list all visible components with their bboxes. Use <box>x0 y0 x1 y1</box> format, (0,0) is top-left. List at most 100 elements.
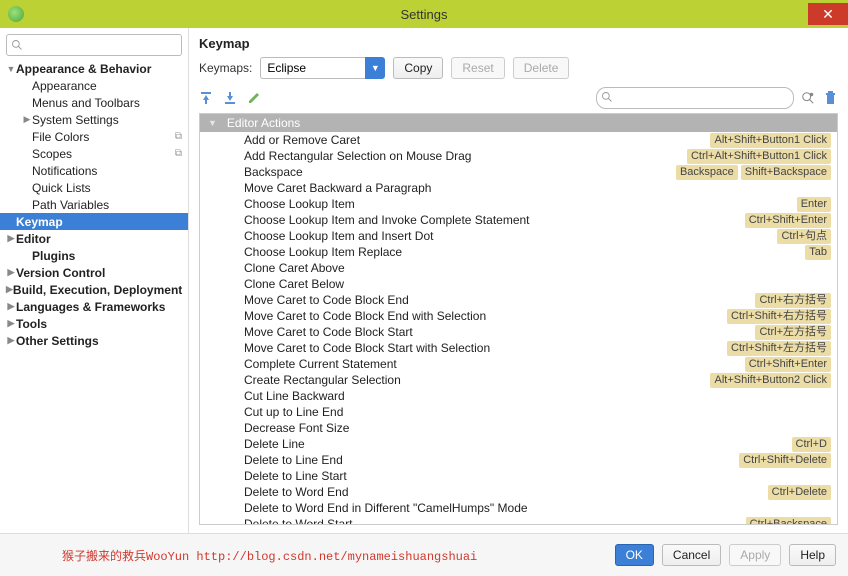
action-row[interactable]: Choose Lookup Item ReplaceTab <box>200 244 837 260</box>
action-row[interactable]: Delete to Line Start <box>200 468 837 484</box>
action-row[interactable]: Cut up to Line End <box>200 404 837 420</box>
sidebar-item[interactable]: Notifications <box>0 162 188 179</box>
action-name: Move Caret Backward a Paragraph <box>244 181 831 195</box>
help-button[interactable]: Help <box>789 544 836 566</box>
sidebar-item[interactable]: ▼Appearance & Behavior <box>0 60 188 77</box>
shortcut-badge: Ctrl+句点 <box>777 229 831 244</box>
action-name: Delete to Word End <box>244 485 768 499</box>
sidebar-item[interactable]: Path Variables <box>0 196 188 213</box>
action-row[interactable]: Delete LineCtrl+D <box>200 436 837 452</box>
tree-arrow-icon: ▶ <box>22 114 32 125</box>
clear-filter-icon[interactable] <box>822 90 838 106</box>
action-name: Delete to Line Start <box>244 469 831 483</box>
sidebar-item[interactable]: Quick Lists <box>0 179 188 196</box>
action-name: Clone Caret Below <box>244 277 831 291</box>
sidebar-item[interactable]: ▶Tools <box>0 315 188 332</box>
action-row[interactable]: Delete to Line EndCtrl+Shift+Delete <box>200 452 837 468</box>
action-name: Backspace <box>244 165 676 179</box>
action-name: Create Rectangular Selection <box>244 373 710 387</box>
action-search-input[interactable] <box>596 87 794 109</box>
action-row[interactable]: Move Caret to Code Block End with Select… <box>200 308 837 324</box>
action-name: Complete Current Statement <box>244 357 745 371</box>
sidebar-item[interactable]: File Colors⧉ <box>0 128 188 145</box>
shortcut-group: Ctrl+Shift+Enter <box>745 357 831 372</box>
action-row[interactable]: Complete Current StatementCtrl+Shift+Ent… <box>200 356 837 372</box>
sidebar-item-label: Editor <box>16 232 182 246</box>
find-shortcut-icon[interactable] <box>800 90 816 106</box>
sidebar-item[interactable]: ▶Version Control <box>0 264 188 281</box>
keymap-value[interactable] <box>260 57 365 79</box>
action-row[interactable]: Create Rectangular SelectionAlt+Shift+Bu… <box>200 372 837 388</box>
shortcut-badge: Shift+Backspace <box>741 165 831 180</box>
sidebar-item-label: Appearance <box>32 79 182 93</box>
shortcut-group: Tab <box>805 245 831 260</box>
action-row[interactable]: Delete to Word EndCtrl+Delete <box>200 484 837 500</box>
action-row[interactable]: Clone Caret Below <box>200 276 837 292</box>
action-row[interactable]: Move Caret to Code Block EndCtrl+右方括号 <box>200 292 837 308</box>
sidebar-item[interactable]: Plugins <box>0 247 188 264</box>
sidebar-search-input[interactable] <box>6 34 182 56</box>
action-name: Move Caret to Code Block End <box>244 293 755 307</box>
action-row[interactable]: Move Caret Backward a Paragraph <box>200 180 837 196</box>
shortcut-group: BackspaceShift+Backspace <box>676 165 831 180</box>
sidebar-item[interactable]: ▶Build, Execution, Deployment <box>0 281 188 298</box>
sidebar-item[interactable]: ▶Editor <box>0 230 188 247</box>
shortcut-badge: Ctrl+Shift+Delete <box>739 453 831 468</box>
action-row[interactable]: Choose Lookup ItemEnter <box>200 196 837 212</box>
project-scope-icon: ⧉ <box>175 131 182 142</box>
shortcut-group: Alt+Shift+Button1 Click <box>710 133 831 148</box>
shortcut-group: Ctrl+D <box>792 437 831 452</box>
expand-all-icon[interactable] <box>199 91 213 105</box>
chevron-down-icon[interactable]: ▼ <box>365 57 385 79</box>
shortcut-badge: Ctrl+右方括号 <box>755 293 831 308</box>
action-row[interactable]: Clone Caret Above <box>200 260 837 276</box>
collapse-all-icon[interactable] <box>223 91 237 105</box>
shortcut-badge: Ctrl+左方括号 <box>755 325 831 340</box>
action-row[interactable]: Decrease Font Size <box>200 420 837 436</box>
sidebar-item[interactable]: ▶System Settings <box>0 111 188 128</box>
action-name: Delete to Word Start <box>244 517 746 524</box>
sidebar-item[interactable]: Menus and Toolbars <box>0 94 188 111</box>
action-row[interactable]: Move Caret to Code Block Start with Sele… <box>200 340 837 356</box>
shortcut-group: Ctrl+Shift+Delete <box>739 453 831 468</box>
action-row[interactable]: Delete to Word StartCtrl+Backspace <box>200 516 837 524</box>
section-header[interactable]: ▼ Editor Actions <box>200 114 837 132</box>
copy-button[interactable]: Copy <box>393 57 443 79</box>
cancel-button[interactable]: Cancel <box>662 544 721 566</box>
action-name: Cut up to Line End <box>244 405 831 419</box>
keymap-selector[interactable]: ▼ <box>260 57 385 79</box>
sidebar-item[interactable]: Appearance <box>0 77 188 94</box>
shortcut-badge: Ctrl+Shift+右方括号 <box>727 309 831 324</box>
sidebar-item-label: Appearance & Behavior <box>16 62 182 76</box>
tree-arrow-icon: ▶ <box>6 301 16 312</box>
settings-tree[interactable]: ▼Appearance & Behavior AppearanceMenus an… <box>0 60 188 533</box>
sidebar-item[interactable]: Keymap <box>0 213 188 230</box>
shortcut-badge: Alt+Shift+Button1 Click <box>710 133 831 148</box>
action-row[interactable]: BackspaceBackspaceShift+Backspace <box>200 164 837 180</box>
action-row[interactable]: Choose Lookup Item and Insert DotCtrl+句点 <box>200 228 837 244</box>
action-name: Move Caret to Code Block Start with Sele… <box>244 341 727 355</box>
tree-arrow-icon: ▶ <box>6 284 13 295</box>
sidebar-item-label: Languages & Frameworks <box>16 300 182 314</box>
sidebar-item-label: Other Settings <box>16 334 182 348</box>
shortcut-group: Ctrl+右方括号 <box>755 293 831 308</box>
action-row[interactable]: Move Caret to Code Block StartCtrl+左方括号 <box>200 324 837 340</box>
edit-icon[interactable] <box>247 91 261 105</box>
ok-button[interactable]: OK <box>615 544 654 566</box>
action-row[interactable]: Cut Line Backward <box>200 388 837 404</box>
sidebar-item[interactable]: Scopes⧉ <box>0 145 188 162</box>
sidebar-item[interactable]: ▶Other Settings <box>0 332 188 349</box>
action-row[interactable]: Choose Lookup Item and Invoke Complete S… <box>200 212 837 228</box>
action-row[interactable]: Add or Remove CaretAlt+Shift+Button1 Cli… <box>200 132 837 148</box>
apply-button: Apply <box>729 544 781 566</box>
delete-button: Delete <box>513 57 570 79</box>
action-row[interactable]: Delete to Word End in Different "CamelHu… <box>200 500 837 516</box>
sidebar-item[interactable]: ▶Languages & Frameworks <box>0 298 188 315</box>
shortcut-badge: Ctrl+Delete <box>768 485 831 500</box>
action-row[interactable]: Add Rectangular Selection on Mouse DragC… <box>200 148 837 164</box>
sidebar-item-label: Quick Lists <box>32 181 182 195</box>
tree-arrow-icon: ▶ <box>6 233 16 244</box>
section-arrow-icon: ▼ <box>208 118 217 128</box>
action-name: Add Rectangular Selection on Mouse Drag <box>244 149 687 163</box>
action-list[interactable]: Add or Remove CaretAlt+Shift+Button1 Cli… <box>200 132 837 524</box>
